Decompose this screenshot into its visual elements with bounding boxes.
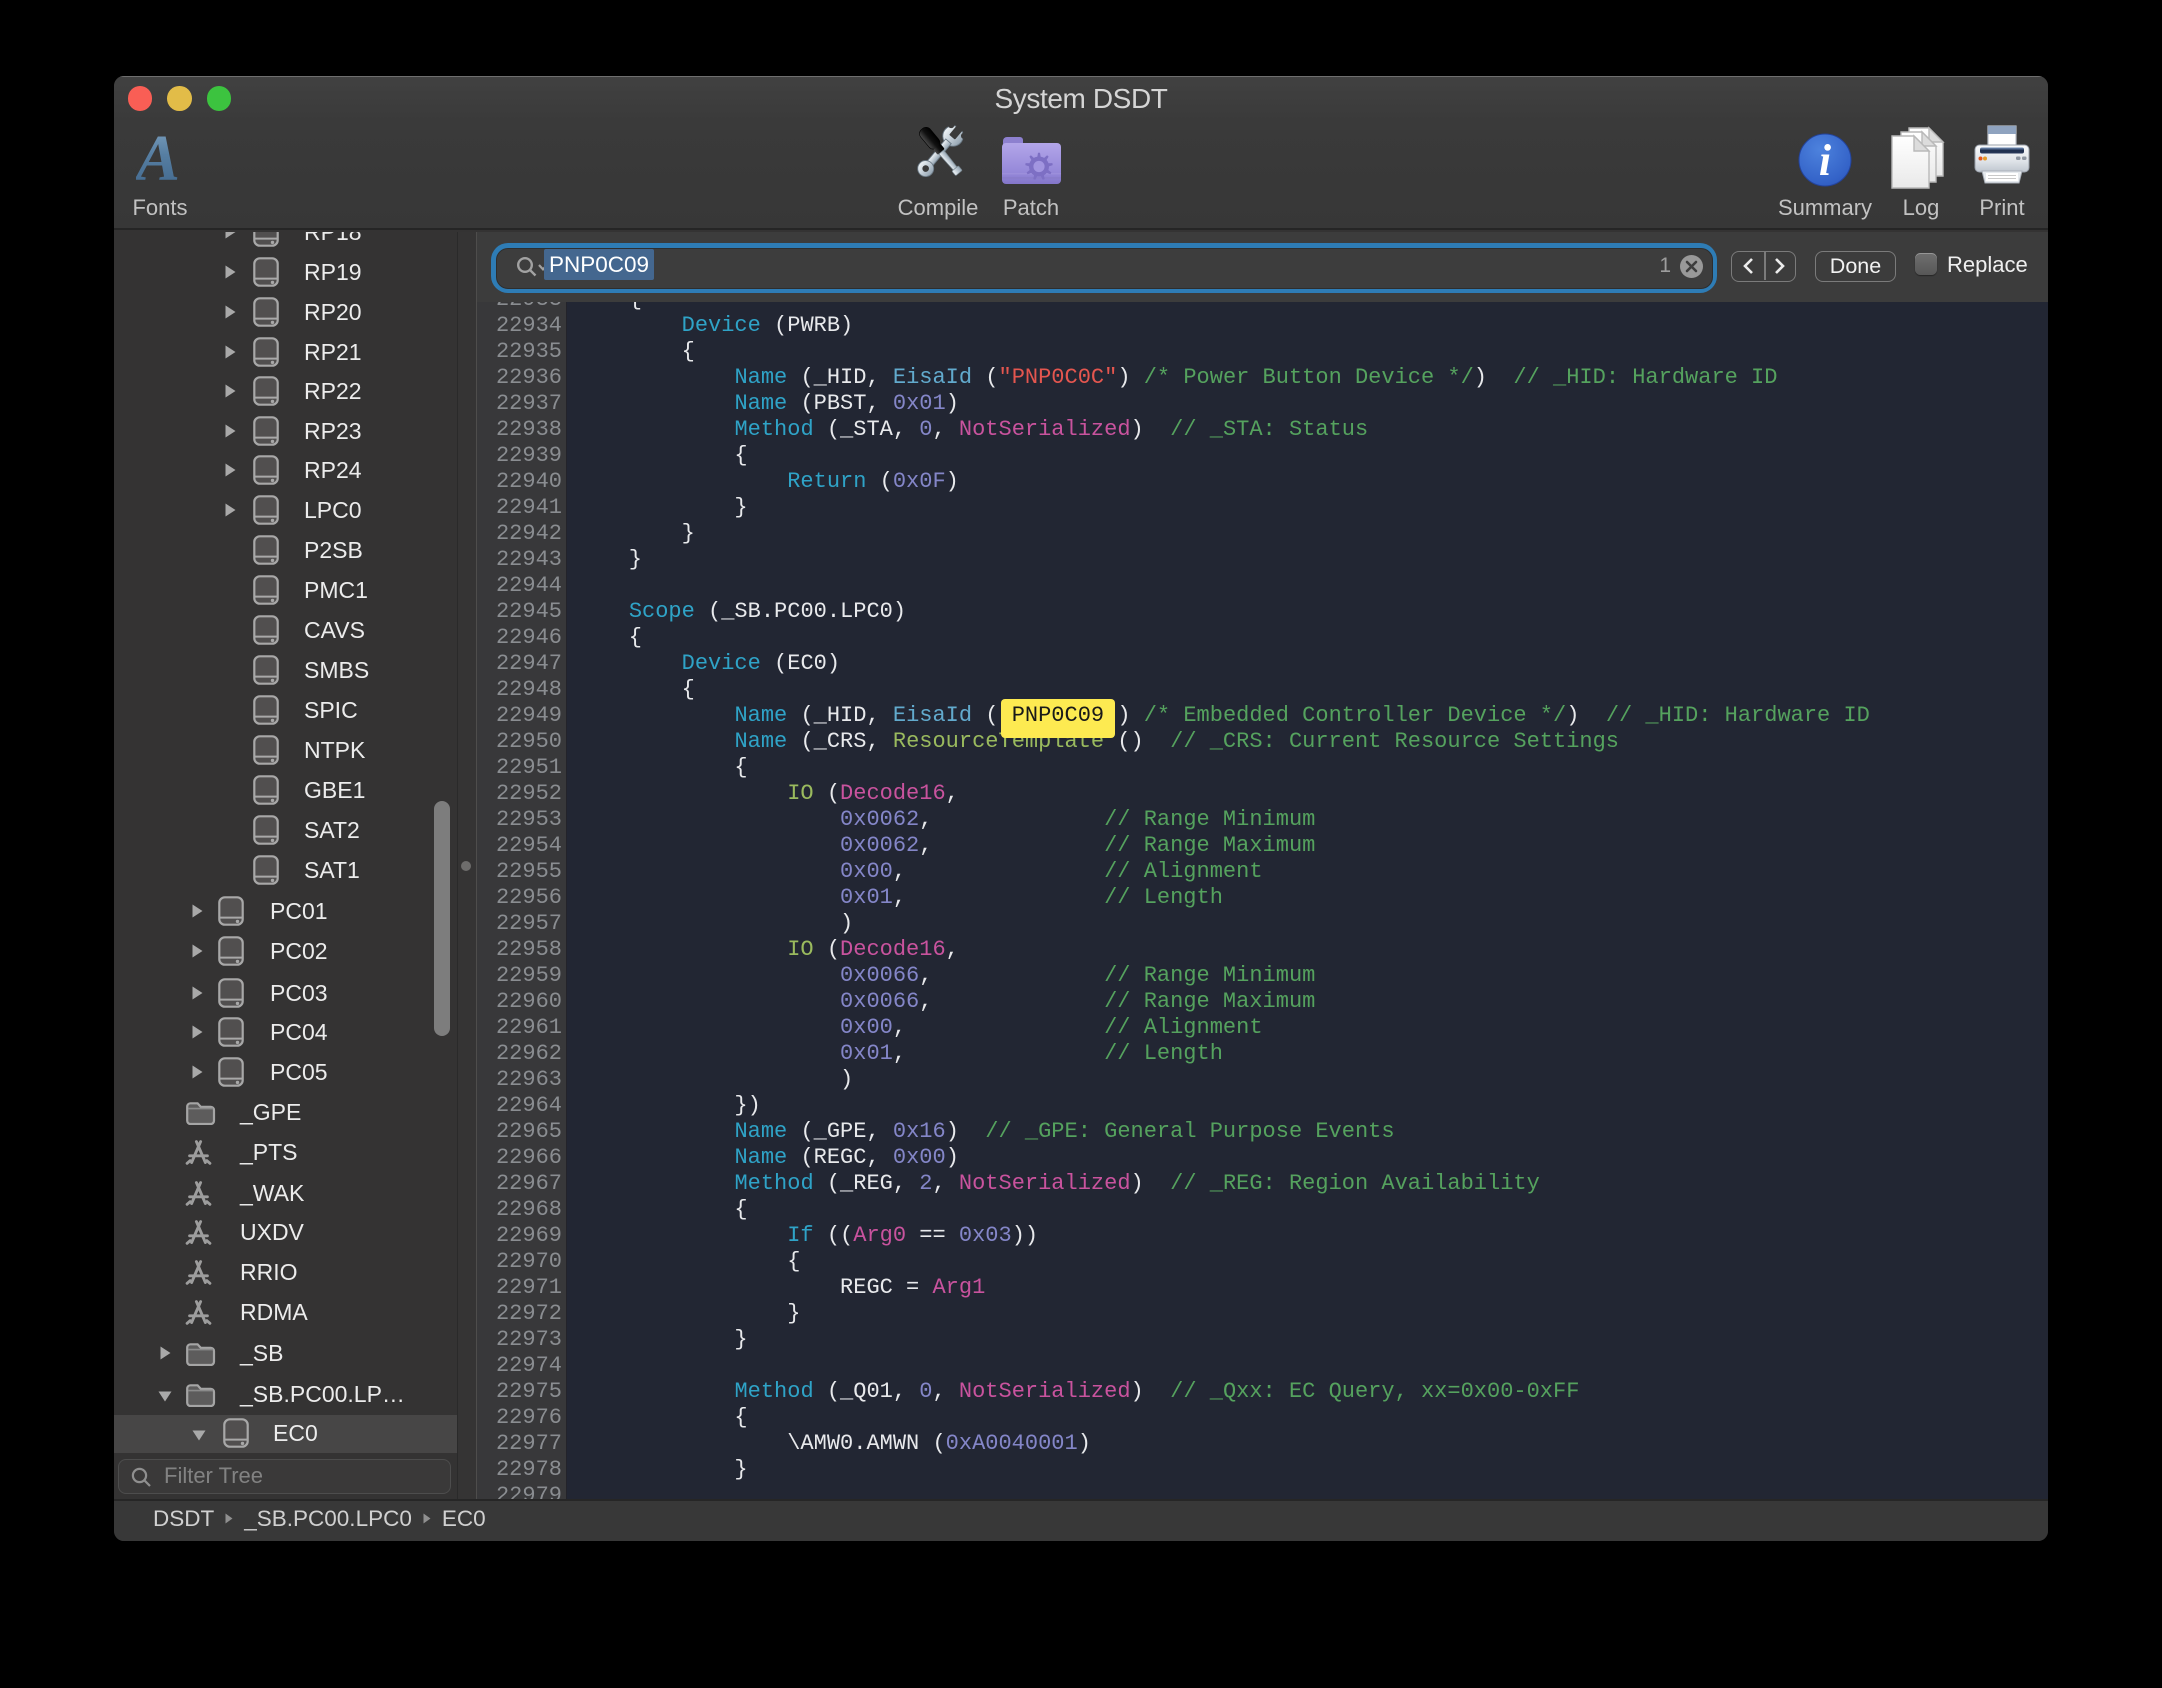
svg-text:A: A [136, 133, 180, 189]
svg-text:i: i [1819, 136, 1832, 185]
